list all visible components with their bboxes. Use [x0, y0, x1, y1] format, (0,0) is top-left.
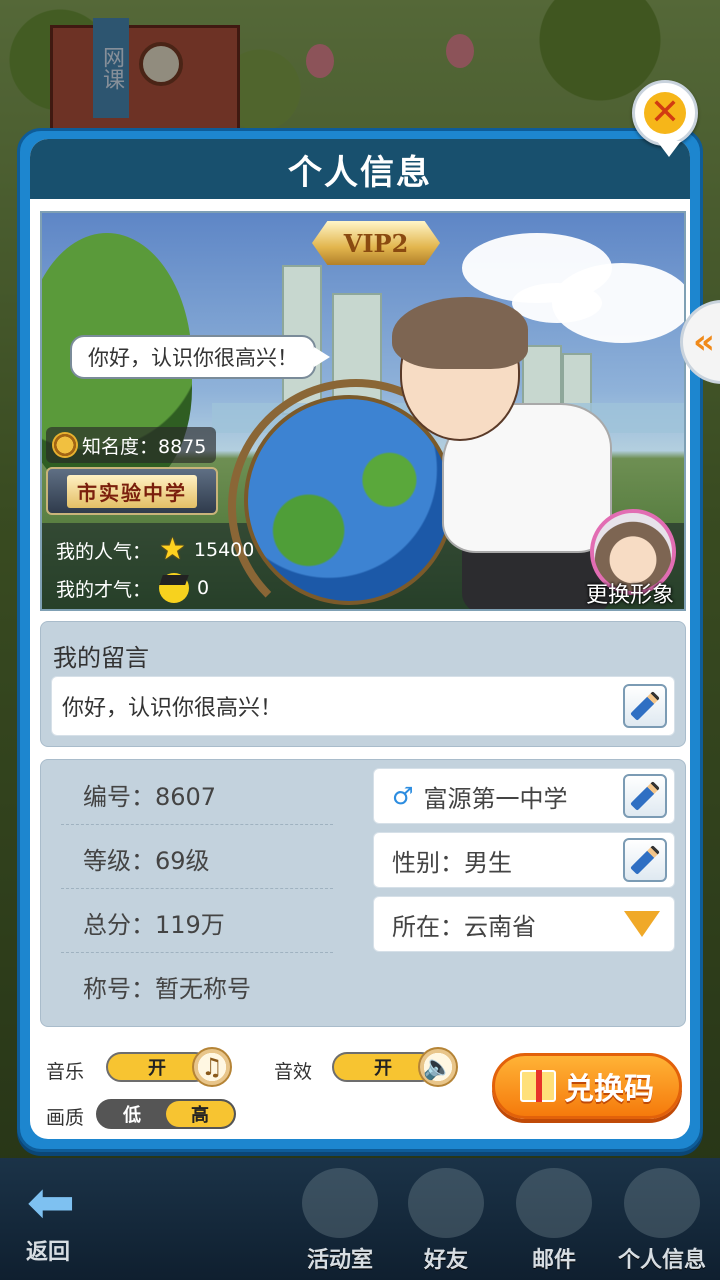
medal-icon — [52, 432, 78, 458]
double-chevron-left-icon: « — [693, 322, 715, 362]
nav-label: 好友 — [423, 1248, 468, 1273]
nav-label: 邮件 — [531, 1248, 576, 1273]
redeem-code-button[interactable]: 兑换码 — [492, 1053, 682, 1119]
gender-text: 性别：男生 — [392, 848, 512, 877]
greeting-bubble: 你好，认识你很高兴！ — [70, 335, 330, 379]
talent-label: 我的才气： — [56, 578, 152, 601]
school-name: 富源第一中学 — [423, 784, 568, 813]
popularity-label: 我的人气： — [56, 540, 152, 563]
nav-label: 个人信息 — [617, 1248, 706, 1273]
player-level: 等级：69级 — [83, 846, 210, 875]
quality-label: 画质 — [46, 1107, 85, 1129]
divider — [61, 824, 333, 825]
bottom-nav: ⬅ 返回 活动室 好友 邮件 个人信息 — [0, 1158, 720, 1280]
talent-value: 0 — [197, 577, 210, 599]
fame-label: 知名度：8875 — [82, 435, 207, 458]
talent-row: 我的才气： 0 — [56, 571, 209, 605]
activity-room-icon — [302, 1168, 378, 1238]
profile-modal-body: 个人信息 VIP2 你好，认识你很高兴！ 知名度：8875 市实验中学 我的人气… — [30, 139, 690, 1139]
dropdown-arrow-icon[interactable] — [624, 911, 660, 937]
message-text: 你好，认识你很高兴！ — [62, 696, 283, 721]
close-button[interactable]: ✕ — [632, 80, 698, 157]
nav-activity-room[interactable]: 活动室 — [290, 1168, 390, 1276]
quality-low-option[interactable]: 低 — [98, 1101, 166, 1127]
edit-school-button[interactable] — [623, 774, 667, 818]
male-icon: ♂ — [392, 782, 414, 810]
message-box: 你好，认识你很高兴！ — [51, 676, 675, 736]
music-label: 音乐 — [46, 1061, 85, 1083]
modal-title: 个人信息 — [30, 139, 690, 199]
pencil-icon — [630, 781, 660, 811]
gift-icon — [520, 1070, 556, 1102]
close-icon: ✕ — [644, 92, 686, 134]
star-icon: ★ — [159, 532, 186, 567]
balloon-icon — [446, 34, 474, 68]
location-text: 所在：云南省 — [392, 912, 536, 941]
sfx-label: 音效 — [274, 1061, 313, 1083]
building-sign: 网课 — [93, 18, 129, 118]
music-note-icon[interactable]: ♫ — [192, 1047, 232, 1087]
graduation-cap-icon — [159, 573, 190, 603]
change-avatar-label[interactable]: 更换形象 — [586, 577, 674, 609]
player-score: 总分：119万 — [83, 910, 225, 939]
player-title: 称号：暂无称号 — [83, 974, 251, 1003]
mail-icon — [516, 1168, 592, 1238]
music-toggle-state: 开 — [148, 1058, 166, 1079]
nav-mail[interactable]: 邮件 — [504, 1168, 604, 1276]
info-section: 编号：8607 等级：69级 总分：119万 称号：暂无称号 ♂ 富源第一中学 … — [40, 759, 686, 1027]
edit-gender-button[interactable] — [623, 838, 667, 882]
location-field[interactable]: 所在：云南省 — [373, 896, 675, 952]
character-hair — [392, 297, 528, 369]
school-building: 网课 — [50, 18, 240, 135]
profile-icon — [624, 1168, 700, 1238]
vip-badge: VIP2 — [312, 221, 440, 265]
sfx-toggle-state: 开 — [374, 1058, 392, 1079]
pencil-icon — [630, 845, 660, 875]
divider — [61, 888, 333, 889]
balloon-icon — [306, 44, 334, 78]
edit-message-button[interactable] — [623, 684, 667, 728]
redeem-code-label: 兑换码 — [564, 1072, 654, 1107]
fame-display: 知名度：8875 — [46, 427, 217, 463]
divider — [61, 952, 333, 953]
quality-toggle[interactable]: 低 高 — [96, 1099, 236, 1129]
player-id: 编号：8607 — [83, 782, 217, 811]
quality-high-option[interactable]: 高 — [166, 1101, 234, 1127]
school-badge-label: 市实验中学 — [67, 474, 197, 508]
popularity-row: 我的人气： ★ 15400 — [56, 533, 254, 567]
friends-icon — [408, 1168, 484, 1238]
message-title: 我的留言 — [53, 644, 149, 672]
profile-modal: 个人信息 VIP2 你好，认识你很高兴！ 知名度：8875 市实验中学 我的人气… — [17, 128, 703, 1152]
back-button[interactable]: 返回 — [26, 1234, 70, 1266]
school-badge: 市实验中学 — [46, 467, 218, 515]
nav-friends[interactable]: 好友 — [396, 1168, 496, 1276]
pencil-icon — [630, 691, 660, 721]
message-section: 我的留言 你好，认识你很高兴！ — [40, 621, 686, 747]
back-arrow-icon[interactable]: ⬅ — [18, 1172, 84, 1232]
nav-label: 活动室 — [306, 1248, 373, 1273]
profile-scene: VIP2 你好，认识你很高兴！ 知名度：8875 市实验中学 我的人气： ★ 1… — [40, 211, 686, 611]
popularity-value: 15400 — [193, 539, 255, 561]
cloud — [512, 283, 602, 323]
speaker-icon[interactable]: 🔈 — [418, 1047, 458, 1087]
nav-profile[interactable]: 个人信息 — [612, 1168, 712, 1276]
clock-icon — [139, 42, 183, 86]
